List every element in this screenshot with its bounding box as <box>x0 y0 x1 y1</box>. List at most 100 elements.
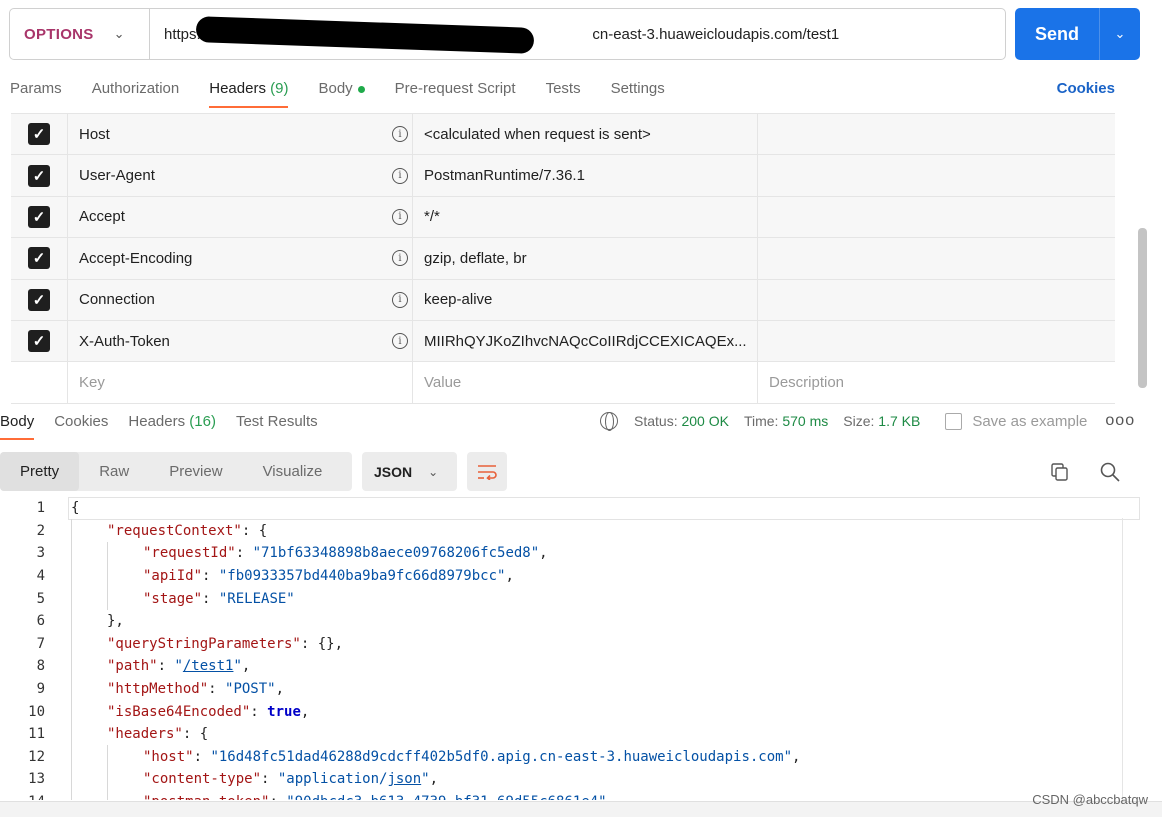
header-description-cell[interactable] <box>758 321 1115 361</box>
header-key-cell[interactable]: Accept-Encoding i <box>68 238 413 279</box>
globe-icon[interactable] <box>600 412 618 431</box>
code-text: "stage": "RELEASE" <box>143 591 295 607</box>
code-token: : { <box>182 726 209 743</box>
header-description-cell[interactable] <box>758 197 1115 237</box>
response-body-editor[interactable]: 1{2 "requestContext": {3 "requestId": "71b… <box>0 497 1140 800</box>
row-checkbox-cell <box>11 362 68 403</box>
table-row: ✓ Host i <calculated when request is sent> <box>11 114 1115 156</box>
code-text: "requestId": "71bf63348898b8aece09768206… <box>143 545 548 561</box>
tab-params[interactable]: Params <box>10 74 62 108</box>
tab-headers[interactable]: Headers (9) <box>209 74 289 108</box>
tab-body[interactable]: Body <box>318 74 365 108</box>
header-key-cell[interactable]: X-Auth-Token i <box>68 320 413 362</box>
response-tab-headers[interactable]: Headers (16) <box>128 404 216 440</box>
view-tab-visualize[interactable]: Visualize <box>243 452 343 491</box>
time-info[interactable]: Time: 570 ms <box>744 413 828 429</box>
header-key: Accept <box>79 208 125 226</box>
size-value: 1.7 KB <box>878 413 921 429</box>
row-checkbox[interactable]: ✓ <box>28 164 50 187</box>
code-text: "queryStringParameters": {}, <box>107 636 343 652</box>
code-token: "isBase64Encoded" <box>107 703 251 720</box>
method-select[interactable]: OPTIONS ⌄ <box>10 9 150 59</box>
format-select[interactable]: JSON ⌄ <box>362 452 457 491</box>
row-checkbox[interactable]: ✓ <box>28 205 50 228</box>
tab-authorization[interactable]: Authorization <box>92 74 180 108</box>
header-description-cell[interactable] <box>758 238 1115 278</box>
view-tab-pretty[interactable]: Pretty <box>0 452 80 491</box>
size-info[interactable]: Size: 1.7 KB <box>843 413 920 429</box>
code-token: , <box>241 658 251 675</box>
header-value-cell[interactable]: gzip, deflate, br <box>413 238 758 279</box>
value-input[interactable]: Value <box>413 362 758 403</box>
tab-label: Body <box>0 413 35 430</box>
headers-table: ✓ Host i <calculated when request is sent> ✓… <box>11 113 1115 404</box>
status-info[interactable]: Status: 200 OK <box>634 413 729 429</box>
code-token: : <box>269 794 286 800</box>
save-as-example-button[interactable]: Save as example <box>945 412 1088 430</box>
save-icon <box>945 412 963 430</box>
editor-scrollbar-track[interactable] <box>1122 518 1123 800</box>
send-options-chevron-icon[interactable]: ⌄ <box>1100 26 1140 42</box>
scrollbar-thumb[interactable] <box>1138 228 1147 388</box>
key-input[interactable]: Key <box>68 362 413 403</box>
info-icon[interactable]: i <box>392 167 408 184</box>
header-value-cell[interactable]: PostmanRuntime/7.36.1 <box>413 155 758 196</box>
response-status-bar: Status: 200 OK Time: 570 ms Size: 1.7 KB… <box>600 412 1135 431</box>
info-icon[interactable]: i <box>392 250 408 267</box>
info-icon[interactable]: i <box>392 208 408 225</box>
code-token: "httpMethod" <box>107 681 209 698</box>
url-input[interactable]: https://1 cn-east-3.huaweicloudapis.com/t… <box>150 15 839 54</box>
code-token: "postman-token" <box>143 794 269 800</box>
response-tab-cookies[interactable]: Cookies <box>54 404 108 440</box>
info-icon[interactable]: i <box>392 333 408 350</box>
tab-pre-request-script[interactable]: Pre-request Script <box>395 74 516 108</box>
code-line: 6}, <box>0 610 1140 633</box>
code-token-link: /test1 <box>182 658 234 675</box>
code-text: "path": "/test1", <box>107 658 250 674</box>
tab-label: Headers <box>128 413 186 430</box>
tab-tests[interactable]: Tests <box>546 74 581 108</box>
status-value: 200 OK <box>681 413 729 429</box>
view-tab-raw[interactable]: Raw <box>79 452 149 491</box>
header-description-cell[interactable] <box>758 155 1115 195</box>
code-line: 12 "host": "16d48fc51dad46288d9cdcff402b5… <box>0 746 1140 769</box>
info-icon[interactable]: i <box>392 291 408 308</box>
header-value-cell[interactable]: */* <box>413 196 758 238</box>
header-key-cell[interactable]: User-Agent i <box>68 155 413 196</box>
code-text: "headers": { <box>107 726 208 742</box>
header-value-cell[interactable]: MIIRhQYJKoZIhvcNAQcCoIIRdjCCEXICAQEx... <box>413 320 758 362</box>
copy-icon[interactable] <box>1051 463 1068 481</box>
redaction-mark <box>195 15 535 54</box>
code-line: 10 "isBase64Encoded": true, <box>0 700 1140 723</box>
header-key-cell[interactable]: Connection i <box>68 279 413 320</box>
more-options-icon[interactable]: ooo <box>1105 412 1135 430</box>
tab-count-badge: (9) <box>270 80 289 97</box>
tab-settings[interactable]: Settings <box>611 74 665 108</box>
row-checkbox[interactable]: ✓ <box>28 123 50 146</box>
row-checkbox[interactable]: ✓ <box>28 247 50 270</box>
row-checkbox[interactable]: ✓ <box>28 288 50 311</box>
send-button[interactable]: Send <box>1015 24 1099 45</box>
tab-label: Headers <box>209 80 266 97</box>
header-key-cell[interactable]: Host i <box>68 114 413 155</box>
description-input[interactable]: Description <box>758 362 1115 402</box>
response-tab-body[interactable]: Body <box>0 404 35 440</box>
header-value-cell[interactable]: <calculated when request is sent> <box>413 114 758 155</box>
row-checkbox[interactable]: ✓ <box>28 330 50 353</box>
header-value-cell[interactable]: keep-alive <box>413 279 758 320</box>
header-value: <calculated when request is sent> <box>424 125 651 143</box>
code-text: "host": "16d48fc51dad46288d9cdcff402b5df… <box>143 749 800 765</box>
new-header-row: Key Value Description <box>11 362 1115 404</box>
view-tab-preview[interactable]: Preview <box>149 452 242 491</box>
tab-label: Authorization <box>91 80 180 97</box>
info-icon[interactable]: i <box>392 126 408 143</box>
wrap-lines-button[interactable] <box>467 452 507 491</box>
code-token: "71bf63348898b8aece09768206fc5ed8" <box>252 545 540 562</box>
header-key-cell[interactable]: Accept i <box>68 196 413 238</box>
cookies-link[interactable]: Cookies <box>1057 80 1115 97</box>
search-icon[interactable] <box>1100 462 1120 482</box>
response-tab-test-results[interactable]: Test Results <box>236 404 318 440</box>
save-as-example-label: Save as example <box>972 412 1088 430</box>
header-description-cell[interactable] <box>758 280 1115 320</box>
header-description-cell[interactable] <box>758 114 1115 154</box>
